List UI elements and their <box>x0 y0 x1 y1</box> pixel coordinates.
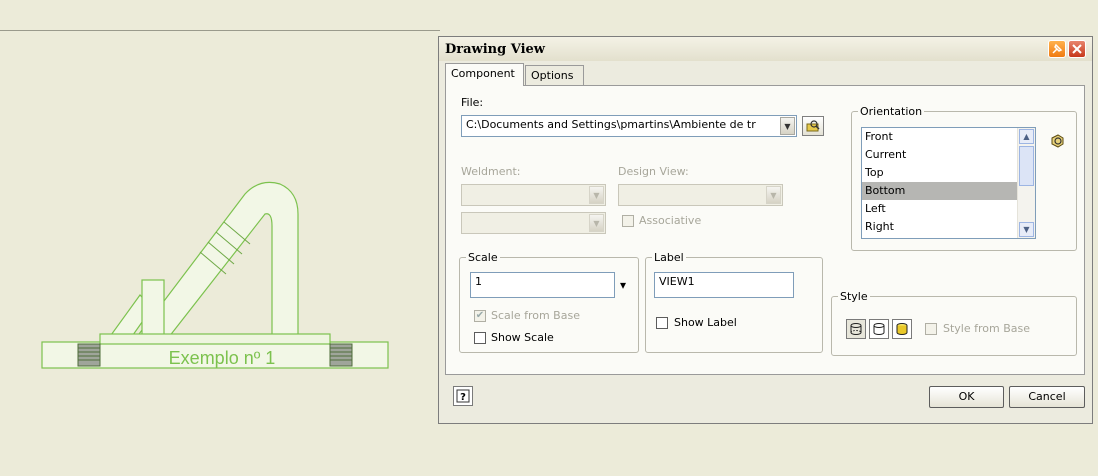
orientation-item-current[interactable]: Current <box>862 146 1020 164</box>
orientation-item-top[interactable]: Top <box>862 164 1020 182</box>
component-panel: File: C:\Documents and Settings\pmartins… <box>445 85 1085 375</box>
style-group-title: Style <box>838 290 870 303</box>
file-path-dropdown[interactable]: C:\Documents and Settings\pmartins\Ambie… <box>461 115 797 137</box>
pin-icon[interactable] <box>1048 40 1066 58</box>
style-hidden-line-removed-button[interactable] <box>869 319 889 339</box>
weldment-label: Weldment: <box>461 165 521 178</box>
scale-from-base-label: Scale from Base <box>491 309 580 322</box>
orientation-group-title: Orientation <box>858 105 925 118</box>
scale-from-base-checkbox[interactable]: ✔ <box>474 310 486 322</box>
svg-text:?: ? <box>460 392 466 403</box>
help-icon: ? <box>456 389 470 403</box>
close-icon[interactable] <box>1068 40 1086 58</box>
drawing-border-line <box>0 30 440 31</box>
weldment-secondary-dropdown[interactable]: ▼ <box>461 212 606 234</box>
hidden-line-icon <box>850 323 862 335</box>
view-label-input[interactable]: VIEW1 <box>654 272 794 298</box>
tab-options[interactable]: Options <box>525 65 584 85</box>
folder-search-icon <box>806 120 820 132</box>
shaded-icon <box>896 323 908 335</box>
show-label-label: Show Label <box>674 316 737 329</box>
custom-view-button[interactable] <box>1046 131 1068 151</box>
dialog-title: Drawing View <box>445 42 546 57</box>
associative-checkbox[interactable] <box>622 215 634 227</box>
part-left-post <box>141 279 165 343</box>
style-group: Style Style from Base <box>831 290 1077 356</box>
weldment-dropdown[interactable]: ▼ <box>461 184 606 206</box>
style-from-base-checkbox[interactable] <box>925 323 937 335</box>
drawing-view-part[interactable]: Exemplo nº 1 <box>40 130 400 375</box>
orientation-item-bottom[interactable]: Bottom <box>862 182 1020 200</box>
orientation-item-left[interactable]: Left <box>862 200 1020 218</box>
custom-view-icon <box>1051 134 1064 148</box>
design-view-label: Design View: <box>618 165 689 178</box>
dialog-titlebar[interactable]: Drawing View <box>439 37 1092 61</box>
scroll-thumb[interactable] <box>1019 146 1034 186</box>
show-scale-checkbox[interactable] <box>474 332 486 344</box>
design-view-dropdown[interactable]: ▼ <box>618 184 783 206</box>
orientation-scrollbar[interactable]: ▲ ▼ <box>1017 128 1035 238</box>
file-label: File: <box>461 96 484 109</box>
chevron-down-icon: ▼ <box>589 214 604 232</box>
tab-component[interactable]: Component <box>445 63 524 86</box>
scroll-up-icon[interactable]: ▲ <box>1019 129 1034 144</box>
orientation-item-front[interactable]: Front <box>862 128 1020 146</box>
drawing-view-dialog: Drawing View Component Options File: C:\… <box>438 36 1093 424</box>
label-group: Label VIEW1 Show Label <box>645 251 823 353</box>
orientation-list[interactable]: Front Current Top Bottom Left Right ▲ ▼ <box>861 127 1036 239</box>
label-group-title: Label <box>652 251 686 264</box>
browse-file-button[interactable] <box>802 116 824 136</box>
scale-input[interactable]: 1 <box>470 272 615 298</box>
scale-dropdown-icon[interactable]: ▾ <box>620 278 626 292</box>
scroll-down-icon[interactable]: ▼ <box>1019 222 1034 237</box>
cancel-button[interactable]: Cancel <box>1009 386 1085 408</box>
chevron-down-icon: ▼ <box>766 186 781 204</box>
chevron-down-icon: ▼ <box>589 186 604 204</box>
scale-group: Scale 1 ▾ ✔ Scale from Base Show Scale <box>459 251 639 353</box>
style-from-base-label: Style from Base <box>943 322 1031 335</box>
show-scale-label: Show Scale <box>491 331 554 344</box>
hidden-line-removed-icon <box>873 323 885 335</box>
show-label-checkbox[interactable] <box>656 317 668 329</box>
associative-label: Associative <box>639 214 702 227</box>
style-shaded-button[interactable] <box>892 319 912 339</box>
help-button[interactable]: ? <box>453 386 473 406</box>
ok-button[interactable]: OK <box>929 386 1004 408</box>
scale-value: 1 <box>475 275 482 288</box>
part-drawing-svg <box>41 181 389 369</box>
style-hidden-line-button[interactable] <box>846 319 866 339</box>
orientation-item-right[interactable]: Right <box>862 218 1020 236</box>
part-label: Exemplo nº 1 <box>168 348 276 368</box>
view-label-value: VIEW1 <box>659 275 695 288</box>
thread-left <box>77 343 101 367</box>
thread-right <box>329 343 353 367</box>
chevron-down-icon[interactable]: ▼ <box>780 117 795 135</box>
file-path-value: C:\Documents and Settings\pmartins\Ambie… <box>466 118 756 131</box>
scale-group-title: Scale <box>466 251 500 264</box>
